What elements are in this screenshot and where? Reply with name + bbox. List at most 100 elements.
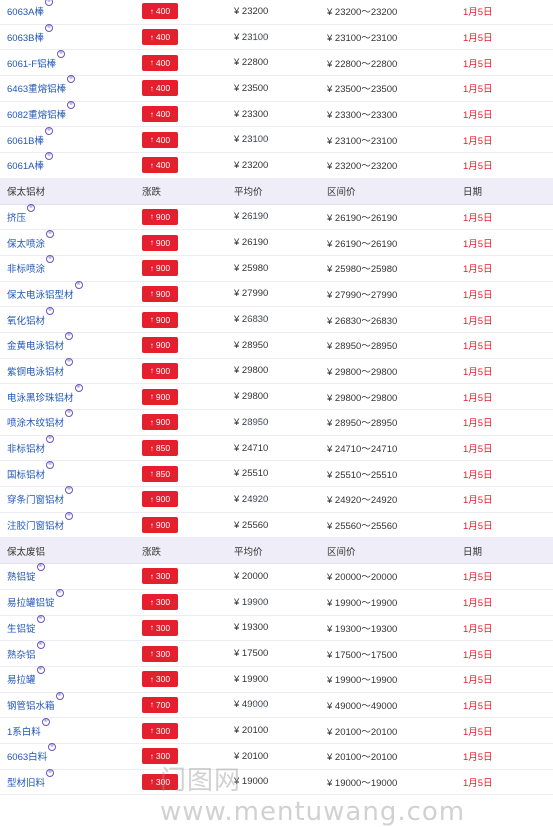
table-row[interactable]: 金黄电泳铝材 ® ↑ 900 ¥ 28950 ¥ 28950～28950 1月5日 (0, 332, 553, 359)
table-row[interactable]: 6061-F铝棒 ® ↑ 400 ¥ 22800 ¥ 22800～22800 1月5日 (0, 49, 553, 77)
product-link-wrap[interactable]: 1系白料 ® (7, 717, 50, 738)
price-range: ¥ 19900～19900 (327, 675, 398, 687)
product-link[interactable]: 6063B棒 (7, 30, 44, 44)
table-row[interactable]: 穿条门窗铝材 ® ↑ 900 ¥ 24920 ¥ 24920～24920 1月5日 大宗网 (0, 486, 553, 513)
product-link[interactable]: 易拉罐铝锭 (7, 595, 55, 609)
product-link-wrap[interactable]: 6063B棒 ® (7, 24, 53, 44)
change-value: 900 (155, 263, 171, 274)
product-link-wrap[interactable]: 熟杂铝 ® (7, 640, 45, 661)
product-link[interactable]: 6061A棒 (7, 158, 44, 172)
table-row[interactable]: 钢管铝水箱 ® ↑ 700 ¥ 49000 ¥ 49000～49000 1月5日 大宗网 (0, 691, 553, 719)
site-watermark: 门图网 www.mentuwang.com (160, 766, 466, 827)
product-link-wrap[interactable]: 保太电泳铝型材 ® (7, 280, 83, 301)
product-link[interactable]: 6082重熔铝棒 (7, 107, 66, 121)
product-link-wrap[interactable]: 6063A棒 ® (7, 0, 53, 18)
product-link[interactable]: 6463重熔铝棒 (7, 81, 66, 95)
table-row[interactable]: 非标铝材 ® ↑ 850 ¥ 24710 ¥ 24710～24710 1月5日 (0, 435, 553, 462)
table-row[interactable]: 6463重熔铝棒 ® ↑ 400 ¥ 23500 ¥ 23500～23500 1月5日 (0, 75, 553, 102)
table-row[interactable]: 电泳黑珍珠铝材 ® ↑ 900 ¥ 29800 ¥ 29800～29800 1月5日 (0, 383, 553, 410)
product-link-wrap[interactable]: 熟铝锭 ® (7, 563, 45, 583)
product-link[interactable]: 6063白料 (7, 749, 47, 763)
table-row[interactable]: 熟杂铝 ® ↑ 300 ¥ 17500 ¥ 17500～17500 1月5日 (0, 640, 553, 667)
change-cell: ↑ 900 (142, 384, 202, 409)
product-link[interactable]: 保太喷涂 (7, 236, 45, 250)
price-range: ¥ 26830～26830 (327, 315, 398, 327)
product-link-wrap[interactable]: 钢管铝水箱 ® (7, 691, 64, 712)
product-link-wrap[interactable]: 6061-F铝棒 ® (7, 49, 66, 70)
product-link-wrap[interactable]: 喷涂木纹铝材 ® (7, 409, 74, 429)
product-link-wrap[interactable]: 6463重熔铝棒 ® (7, 75, 76, 95)
table-row[interactable]: 紫铜电泳铝材 ® ↑ 900 ¥ 29800 ¥ 29800～29800 1月5日 (0, 357, 553, 385)
product-link[interactable]: 生铝锭 (7, 621, 36, 635)
registered-icon: ® (44, 24, 53, 33)
product-link-wrap[interactable]: 生铝锭 ® (7, 614, 45, 635)
product-link-wrap[interactable]: 6061A棒 ® (7, 152, 53, 172)
product-link-wrap[interactable]: 挤压 ® (7, 203, 36, 224)
table-row[interactable]: 6082重熔铝棒 ® ↑ 400 ¥ 23300 ¥ 23300～23300 1月5日 (0, 101, 553, 128)
product-link[interactable]: 保太电泳铝型材 (7, 287, 74, 301)
registered-icon: ® (55, 691, 64, 700)
header-change: 涨跌 (142, 546, 162, 558)
product-link-wrap[interactable]: 氧化铝材 ® (7, 306, 55, 327)
product-link[interactable]: 熟杂铝 (7, 647, 36, 661)
product-link[interactable]: 挤压 (7, 210, 26, 224)
product-cell: 紫铜电泳铝材 ® (7, 357, 137, 384)
up-arrow-icon: ↑ (149, 315, 154, 325)
table-row[interactable]: 熟铝锭 ® ↑ 300 ¥ 20000 ¥ 20000～20000 1月5日 (0, 563, 553, 590)
table-row[interactable]: 易拉罐铝锭 ® ↑ 300 ¥ 19900 ¥ 19900～19900 1月5日 大宗网 (0, 589, 553, 616)
table-row[interactable]: 保太喷涂 ® ↑ 900 ¥ 26190 ¥ 26190～26190 1月5日 (0, 229, 553, 256)
table-row[interactable]: 6063B棒 ® ↑ 400 ¥ 23100 ¥ 23100～23100 1月5日 大宗网 (0, 24, 553, 51)
product-link[interactable]: 6061-F铝棒 (7, 56, 56, 70)
table-row[interactable]: 氧化铝材 ® ↑ 900 ¥ 26830 ¥ 26830～26830 1月5日 大宗网 (0, 306, 553, 333)
product-link-wrap[interactable]: 注胶门窗铝材 ® (7, 512, 74, 532)
table-row[interactable]: 注胶门窗铝材 ® ↑ 900 ¥ 25560 ¥ 25560～25560 1月5日 (0, 512, 553, 539)
product-link[interactable]: 金黄电泳铝材 (7, 338, 64, 352)
product-link-wrap[interactable]: 型材旧料 ® (7, 768, 55, 789)
table-row[interactable]: 国标铝材 ® ↑ 850 ¥ 25510 ¥ 25510～25510 1月5日 (0, 460, 553, 488)
product-link[interactable]: 电泳黑珍珠铝材 (7, 390, 74, 404)
table-row[interactable]: 保太电泳铝型材 ® ↑ 900 ¥ 27990 ¥ 27990～27990 1月5日 (0, 280, 553, 308)
table-row[interactable]: 非标喷涂 ® ↑ 900 ¥ 25980 ¥ 25980～25980 1月5日 (0, 255, 553, 282)
table-row[interactable]: 1系白料 ® ↑ 300 ¥ 20100 ¥ 20100～20100 1月5日 (0, 717, 553, 744)
change-value: 300 (155, 725, 171, 736)
table-row[interactable]: 6063A棒 ® ↑ 400 ¥ 23200 ¥ 23200～23200 1月5日 (0, 0, 553, 25)
faint-logo-watermark: 大宗网 (245, 497, 268, 505)
product-link-wrap[interactable]: 电泳黑珍珠铝材 ® (7, 383, 83, 404)
product-link[interactable]: 非标铝材 (7, 441, 45, 455)
product-link[interactable]: 熟铝锭 (7, 569, 36, 583)
product-link-wrap[interactable]: 紫铜电泳铝材 ® (7, 357, 74, 378)
product-link[interactable]: 穿条门窗铝材 (7, 492, 64, 506)
product-link-wrap[interactable]: 易拉罐铝锭 ® (7, 589, 64, 609)
table-row[interactable]: 6061A棒 ® ↑ 400 ¥ 23200 ¥ 23200～23200 1月5日 (0, 152, 553, 179)
product-link[interactable]: 6063A棒 (7, 4, 44, 18)
table-row[interactable]: 6061B棒 ® ↑ 400 ¥ 23100 ¥ 23100～23100 1月5日 大宗网 (0, 126, 553, 154)
product-link-wrap[interactable]: 金黄电泳铝材 ® (7, 332, 74, 352)
product-link-wrap[interactable]: 非标喷涂 ® (7, 255, 55, 275)
product-link[interactable]: 易拉罐 (7, 672, 36, 686)
product-link-wrap[interactable]: 保太喷涂 ® (7, 229, 55, 250)
product-link-wrap[interactable]: 穿条门窗铝材 ® (7, 486, 74, 506)
price-range: ¥ 25510～25510 (327, 469, 398, 481)
product-link[interactable]: 氧化铝材 (7, 313, 45, 327)
product-link[interactable]: 非标喷涂 (7, 261, 45, 275)
table-row[interactable]: 易拉罐 ® ↑ 300 ¥ 19900 ¥ 19900～19900 1月5日 (0, 666, 553, 693)
table-row[interactable]: 喷涂木纹铝材 ® ↑ 900 ¥ 28950 ¥ 28950～28950 1月5日 大宗网 (0, 409, 553, 436)
product-link[interactable]: 钢管铝水箱 (7, 698, 55, 712)
price-range: ¥ 19300～19300 (327, 623, 398, 635)
product-link[interactable]: 型材旧料 (7, 775, 45, 789)
product-link[interactable]: 6061B棒 (7, 133, 44, 147)
product-link-wrap[interactable]: 非标铝材 ® (7, 435, 55, 455)
product-link-wrap[interactable]: 6082重熔铝棒 ® (7, 101, 76, 121)
table-row[interactable]: 生铝锭 ® ↑ 300 ¥ 19300 ¥ 19300～19300 1月5日 (0, 614, 553, 642)
product-link-wrap[interactable]: 6063白料 ® (7, 743, 57, 763)
product-link[interactable]: 紫铜电泳铝材 (7, 364, 64, 378)
product-link[interactable]: 1系白料 (7, 724, 41, 738)
product-link[interactable]: 国标铝材 (7, 467, 45, 481)
average-price: ¥ 27990 (234, 288, 269, 300)
product-link-wrap[interactable]: 国标铝材 ® (7, 460, 55, 481)
product-link-wrap[interactable]: 6061B棒 ® (7, 126, 53, 147)
product-link[interactable]: 喷涂木纹铝材 (7, 415, 64, 429)
product-link[interactable]: 注胶门窗铝材 (7, 518, 64, 532)
product-link-wrap[interactable]: 易拉罐 ® (7, 666, 45, 686)
table-row[interactable]: 挤压 ® ↑ 900 ¥ 26190 ¥ 26190～26190 1月5日 大宗网 (0, 203, 553, 231)
